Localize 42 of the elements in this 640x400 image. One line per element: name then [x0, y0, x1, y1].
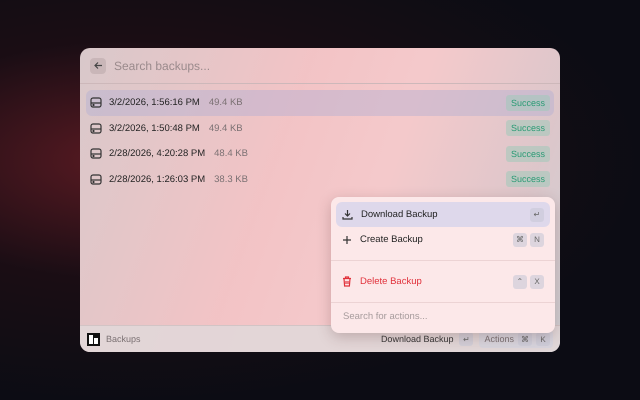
keyboard-key: X: [530, 274, 544, 288]
backup-date: 2/28/2026, 1:26:03 PM: [109, 174, 206, 185]
status-badge: Success: [506, 94, 550, 111]
menu-item[interactable]: Delete Backup ⌃ X: [336, 269, 550, 294]
hard-drive-icon: [90, 122, 102, 134]
backup-size: 48.4 KB: [214, 148, 248, 160]
menu-item-label: Download Backup: [361, 209, 438, 220]
backup-date: 2/28/2026, 4:20:28 PM: [109, 148, 206, 160]
back-button[interactable]: [90, 58, 106, 74]
keyboard-key: N: [530, 232, 544, 246]
backup-size: 49.4 KB: [208, 122, 243, 134]
menu-item[interactable]: Download Backup ↵: [336, 202, 550, 227]
menu-item-label: Delete Backup: [360, 276, 422, 287]
keyboard-key: ⌃: [513, 274, 527, 288]
backup-row[interactable]: 3/2/2026, 1:50:48 PM 49.4 KB Success: [86, 116, 554, 141]
backup-size: 38.3 KB: [214, 174, 248, 185]
status-badge: Success: [506, 171, 550, 188]
search-field[interactable]: Search backups...: [112, 58, 550, 74]
status-badge: Success: [506, 146, 550, 162]
app-logo-icon: [87, 332, 100, 346]
backup-row[interactable]: 2/28/2026, 4:20:28 PM 48.4 KB Success: [86, 141, 554, 166]
download-backup-action[interactable]: Download Backup: [380, 334, 454, 344]
backup-date: 3/2/2026, 1:50:48 PM: [109, 122, 200, 134]
action-search-field[interactable]: Search for actions...: [341, 310, 545, 323]
backup-row[interactable]: 3/2/2026, 1:56:16 PM 49.4 KB Success: [86, 90, 554, 116]
backup-size: 49.4 KB: [208, 97, 243, 108]
keyboard-key: ⌘: [513, 232, 527, 246]
menu-item-label: Create Backup: [360, 234, 423, 245]
keyboard-key: ↵: [459, 332, 474, 346]
hard-drive-icon: [90, 97, 102, 108]
trash-icon: [342, 276, 352, 287]
hard-drive-icon: [90, 148, 102, 160]
footer-title: Backups: [106, 334, 141, 344]
keyboard-key: ↵: [530, 208, 544, 222]
menu-item[interactable]: Create Backup ⌘ N: [336, 227, 550, 252]
backup-date: 3/2/2026, 1:56:16 PM: [109, 97, 200, 108]
status-badge: Success: [506, 120, 550, 136]
hard-drive-icon: [90, 174, 102, 185]
plus-icon: [342, 234, 352, 244]
arrow-left-icon: [94, 61, 102, 70]
download-icon: [342, 209, 353, 220]
backup-row[interactable]: 2/28/2026, 1:26:03 PM 38.3 KB Success: [86, 166, 554, 192]
